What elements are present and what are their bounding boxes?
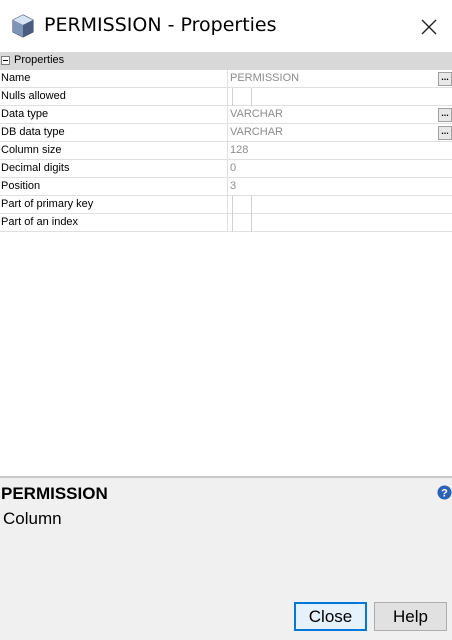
property-row-db-data-type[interactable]: DB data type VARCHAR ...	[0, 124, 452, 142]
property-value[interactable]: 0	[230, 162, 236, 174]
column-divider	[227, 106, 228, 124]
column-divider	[227, 70, 228, 88]
property-row-column-size[interactable]: Column size 128	[0, 142, 452, 160]
property-name: Data type	[1, 108, 49, 120]
close-button[interactable]: Close	[294, 602, 367, 631]
close-icon[interactable]	[414, 12, 444, 42]
ellipsis-button[interactable]: ...	[438, 72, 452, 86]
ellipsis-button[interactable]: ...	[438, 108, 452, 122]
svg-text:?: ?	[441, 488, 448, 500]
properties-group-header[interactable]: Properties	[0, 52, 452, 70]
column-divider	[227, 142, 228, 160]
property-value[interactable]: PERMISSION	[230, 72, 299, 84]
column-divider	[227, 88, 228, 106]
window-title: PERMISSION - Properties	[44, 14, 277, 36]
help-icon[interactable]: ?	[437, 485, 452, 500]
description-subtitle: Column	[3, 509, 62, 528]
description-title: PERMISSION	[1, 484, 108, 503]
title-bar: PERMISSION - Properties	[0, 0, 452, 52]
description-panel: PERMISSION Column ? Close Help	[0, 476, 452, 640]
property-name: Decimal digits	[1, 162, 70, 174]
property-name: Part of primary key	[1, 198, 94, 210]
property-row-part-of-primary-key[interactable]: Part of primary key	[0, 196, 452, 214]
property-row-name[interactable]: Name PERMISSION ...	[0, 70, 452, 88]
property-row-nulls-allowed[interactable]: Nulls allowed	[0, 88, 452, 106]
property-name: Name	[1, 72, 31, 84]
property-row-decimal-digits[interactable]: Decimal digits 0	[0, 160, 452, 178]
property-value[interactable]: 3	[230, 180, 236, 192]
column-divider	[227, 160, 228, 178]
column-divider	[227, 124, 228, 142]
property-name: DB data type	[1, 126, 65, 138]
cube-icon	[12, 14, 34, 38]
checkbox-cell[interactable]	[232, 88, 233, 106]
column-divider	[227, 196, 228, 214]
property-grid: Properties Name PERMISSION ... Nulls all…	[0, 52, 452, 476]
help-button[interactable]: Help	[374, 602, 447, 631]
property-name: Column size	[1, 144, 62, 156]
ellipsis-button[interactable]: ...	[438, 126, 452, 140]
property-row-data-type[interactable]: Data type VARCHAR ...	[0, 106, 452, 124]
property-value[interactable]: 128	[230, 144, 248, 156]
property-name: Position	[1, 180, 41, 192]
checkbox-cell-edge	[251, 214, 252, 232]
collapse-icon[interactable]	[1, 56, 10, 65]
group-label: Properties	[14, 54, 65, 66]
property-value[interactable]: VARCHAR	[230, 126, 283, 138]
checkbox-cell-edge	[251, 88, 252, 106]
checkbox-cell-edge	[251, 196, 252, 214]
checkbox-cell[interactable]	[232, 196, 233, 214]
property-name: Part of an index	[1, 216, 79, 228]
checkbox-cell[interactable]	[232, 214, 233, 232]
property-name: Nulls allowed	[1, 90, 66, 102]
property-value[interactable]: VARCHAR	[230, 108, 283, 120]
property-row-position[interactable]: Position 3	[0, 178, 452, 196]
property-row-part-of-an-index[interactable]: Part of an index	[0, 214, 452, 232]
column-divider	[227, 178, 228, 196]
column-divider	[227, 214, 228, 232]
